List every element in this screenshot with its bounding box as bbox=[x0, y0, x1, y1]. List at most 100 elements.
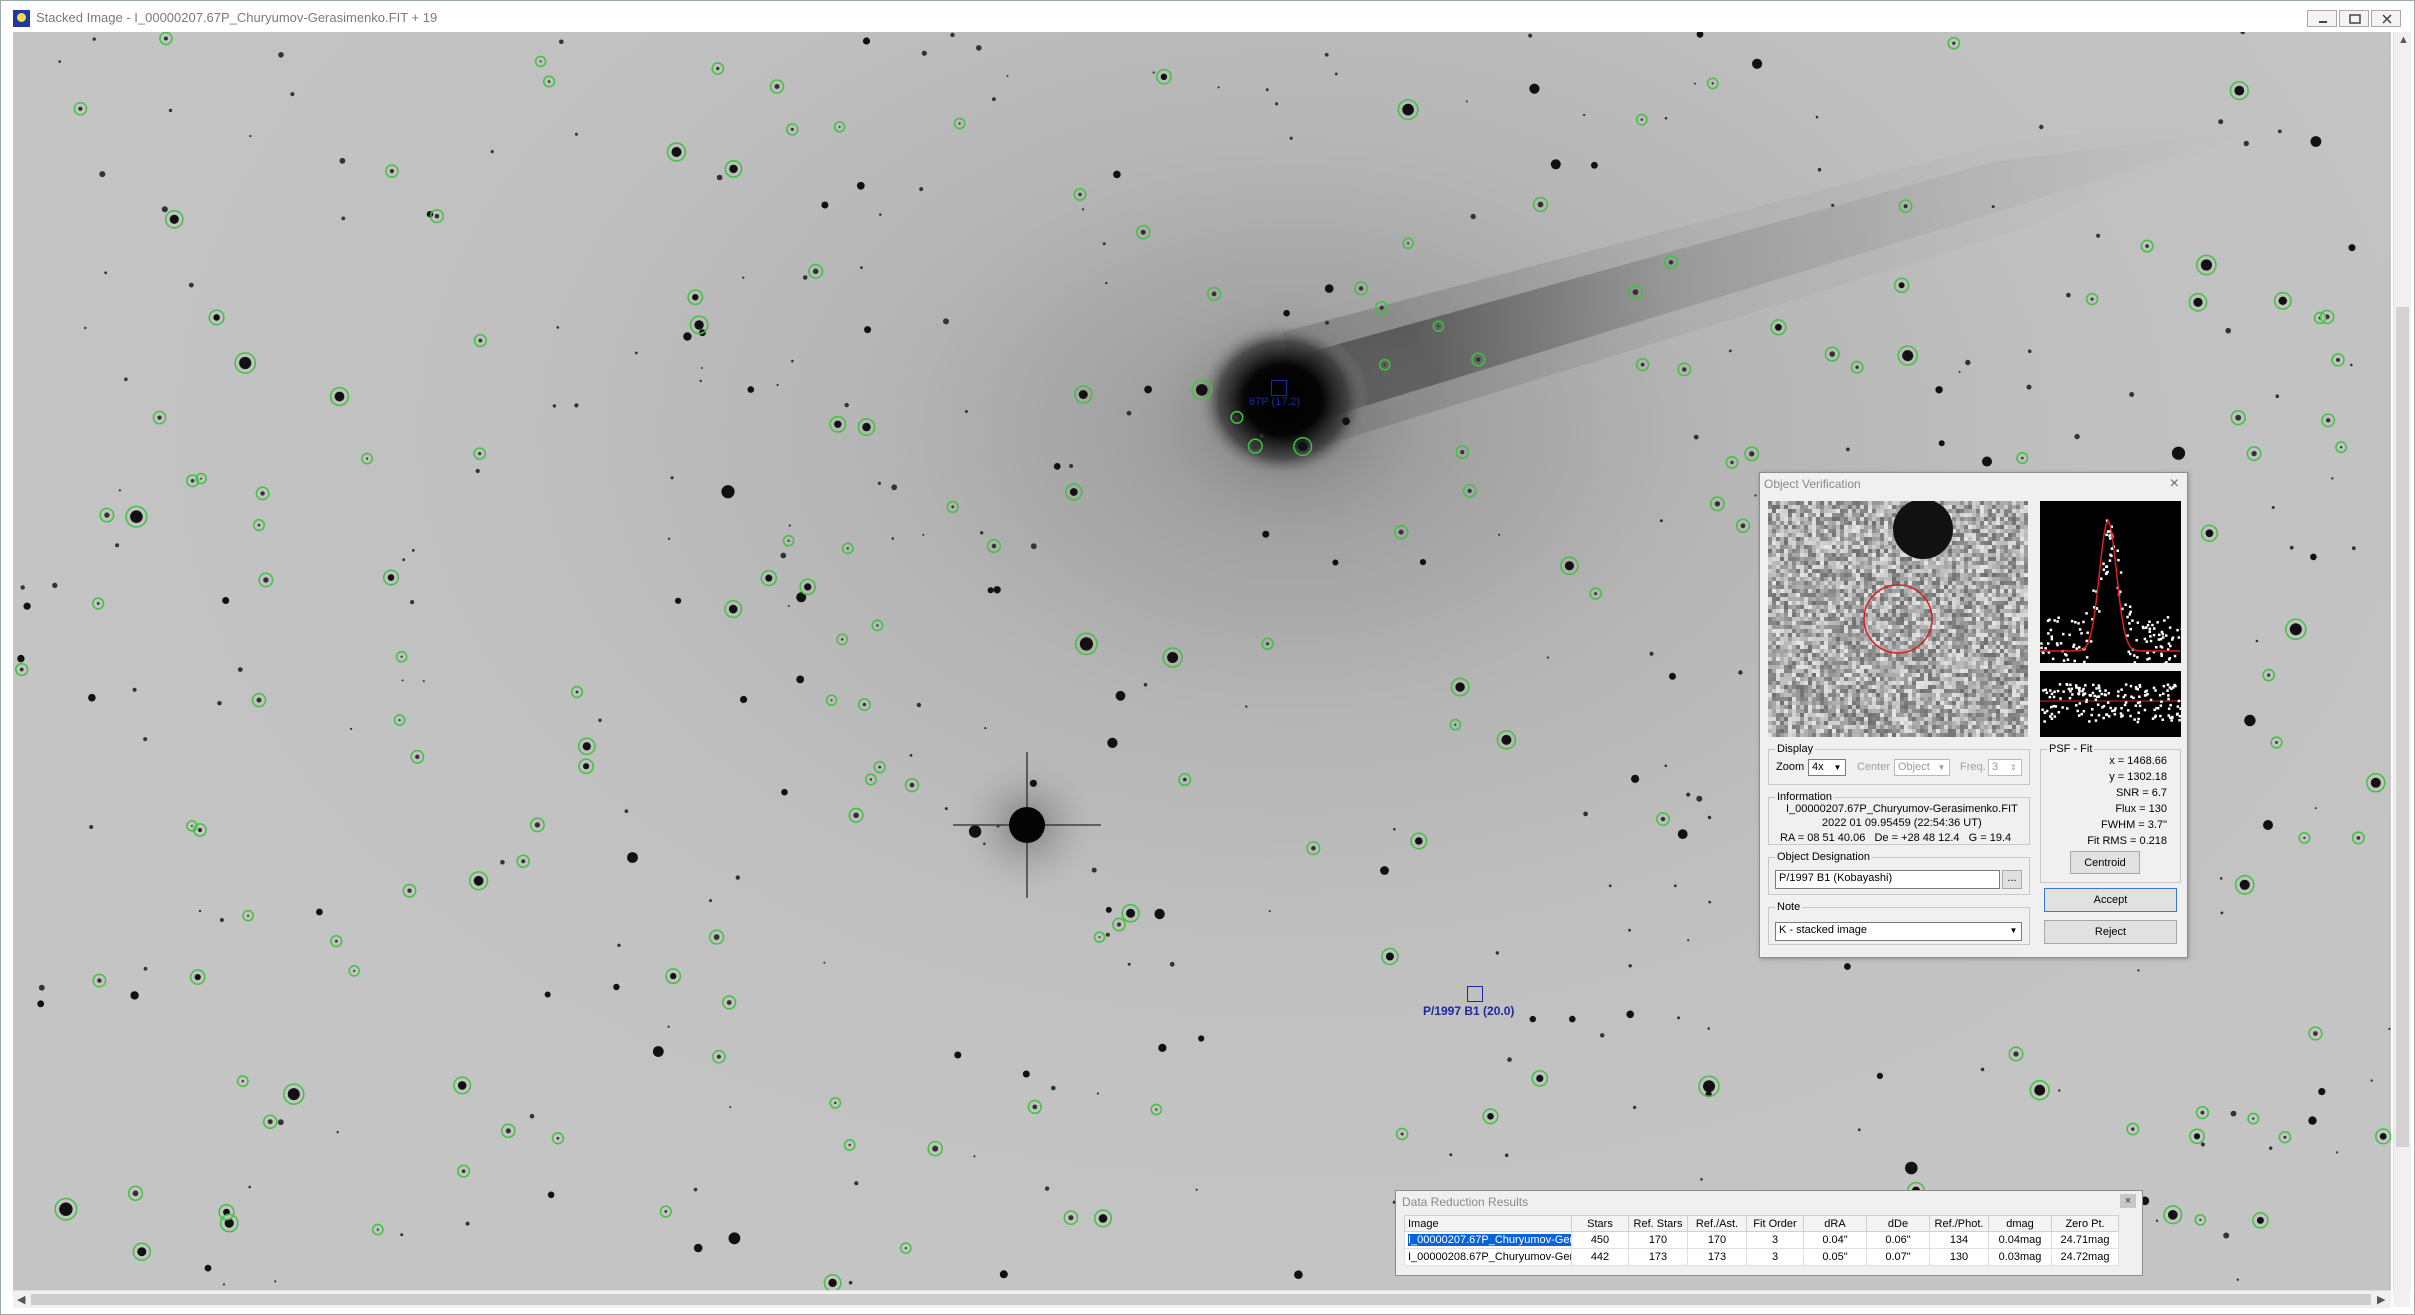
scroll-up-icon[interactable]: ▲ bbox=[2398, 34, 2409, 46]
star-dot bbox=[876, 624, 879, 627]
star-dot bbox=[1152, 71, 1155, 74]
star-dot bbox=[1730, 460, 1734, 465]
star-dot bbox=[1938, 440, 1945, 447]
star-dot bbox=[2137, 969, 2140, 972]
star-dot bbox=[1600, 1033, 1605, 1038]
col-image[interactable]: Image bbox=[1404, 1215, 1572, 1232]
star-dot bbox=[984, 727, 987, 730]
psf-y: y = 1302.18 bbox=[2109, 771, 2167, 783]
star-dot bbox=[1126, 908, 1136, 918]
table-row[interactable]: I_00000207.67P_Churyumov-Ger 450 170 170… bbox=[1404, 1231, 2119, 1249]
star-dot bbox=[1144, 385, 1152, 394]
star-dot bbox=[58, 60, 61, 63]
star-dot bbox=[1467, 488, 1472, 493]
star-dot bbox=[992, 97, 996, 102]
star-dot bbox=[1628, 964, 1632, 968]
col-dmag[interactable]: dmag bbox=[1988, 1215, 2052, 1232]
star-dot bbox=[787, 605, 790, 607]
col-dra[interactable]: dRA bbox=[1803, 1215, 1867, 1232]
cell-dde: 0.06" bbox=[1866, 1231, 1930, 1249]
star-dot bbox=[699, 379, 702, 383]
star-dot bbox=[2308, 1116, 2317, 1125]
close-button[interactable] bbox=[2371, 10, 2401, 27]
col-ref-stars[interactable]: Ref. Stars bbox=[1628, 1215, 1688, 1232]
designation-browse-button[interactable]: ... bbox=[2002, 870, 2022, 889]
star-dot bbox=[2034, 1084, 2046, 1096]
star-dot bbox=[505, 1128, 511, 1134]
horizontal-scrollbar[interactable]: ◀ ▶ bbox=[13, 1290, 2391, 1308]
star-dot bbox=[457, 1081, 467, 1090]
star-dot bbox=[1487, 1113, 1494, 1120]
col-zero-pt[interactable]: Zero Pt. bbox=[2051, 1215, 2119, 1232]
star-dot bbox=[387, 574, 395, 581]
star-dot bbox=[1068, 1215, 1074, 1221]
vertical-scroll-thumb[interactable] bbox=[2396, 307, 2409, 1147]
star-dot bbox=[2310, 136, 2322, 147]
star-dot bbox=[856, 181, 865, 190]
star-dot bbox=[1876, 1072, 1883, 1079]
freq-spinner[interactable]: 3 ⇕ bbox=[1988, 759, 2022, 776]
star-dot bbox=[713, 934, 720, 940]
accept-button[interactable]: Accept bbox=[2044, 888, 2177, 912]
scroll-left-icon[interactable]: ◀ bbox=[17, 1293, 25, 1306]
star-dot bbox=[1217, 86, 1220, 89]
star-dot bbox=[862, 37, 871, 45]
star-dot bbox=[1958, 370, 1961, 373]
star-dot bbox=[1470, 213, 1476, 220]
star-dot bbox=[260, 491, 265, 496]
centroid-button[interactable]: Centroid bbox=[2070, 851, 2140, 874]
star-dot bbox=[1006, 75, 1009, 78]
cell-fit-order: 3 bbox=[1746, 1248, 1804, 1266]
star-dot bbox=[1659, 519, 1663, 523]
star-dot bbox=[398, 719, 401, 722]
star-dot bbox=[1032, 1104, 1038, 1110]
star-dot bbox=[1252, 443, 1259, 449]
star-dot bbox=[422, 680, 425, 683]
col-ref-phot[interactable]: Ref./Phot. bbox=[1929, 1215, 1989, 1232]
col-ref-ast[interactable]: Ref./Ast. bbox=[1687, 1215, 1747, 1232]
col-fit-order[interactable]: Fit Order bbox=[1746, 1215, 1804, 1232]
star-dot bbox=[1113, 170, 1121, 179]
cell-dde: 0.07" bbox=[1866, 1248, 1930, 1266]
star-dot bbox=[1105, 932, 1110, 937]
star-dot bbox=[1528, 33, 1533, 38]
minimize-button[interactable] bbox=[2307, 10, 2337, 27]
title-bar[interactable]: Stacked Image - I_00000207.67P_Churyumov… bbox=[1, 1, 2414, 32]
star-dot bbox=[735, 875, 740, 880]
col-stars[interactable]: Stars bbox=[1571, 1215, 1629, 1232]
star-dot bbox=[976, 45, 982, 51]
star-dot bbox=[2200, 1142, 2205, 1147]
star-dot bbox=[194, 974, 201, 981]
results-close-icon[interactable]: × bbox=[2120, 1194, 2136, 1208]
star-dot bbox=[877, 481, 882, 485]
star-dot bbox=[844, 402, 849, 408]
star-dot bbox=[37, 1000, 45, 1008]
table-row[interactable]: I_00000208.67P_Churyumov-Ger 442 173 173… bbox=[1404, 1248, 2119, 1266]
reject-button[interactable]: Reject bbox=[2044, 920, 2177, 944]
star-dot bbox=[89, 825, 94, 829]
star-dot bbox=[248, 1185, 251, 1189]
star-dot bbox=[716, 1054, 722, 1059]
star-dot bbox=[617, 943, 621, 947]
col-dde[interactable]: dDe bbox=[1866, 1215, 1930, 1232]
star-dot bbox=[909, 782, 915, 788]
star-dot bbox=[904, 1247, 907, 1250]
star-dot bbox=[559, 39, 564, 45]
designation-input[interactable]: P/1997 B1 (Kobayashi) bbox=[1775, 870, 2000, 889]
star-dot bbox=[1275, 102, 1279, 106]
center-select[interactable]: Object ▼ bbox=[1894, 759, 1950, 776]
horizontal-scroll-thumb[interactable] bbox=[31, 1294, 2371, 1305]
star-dot bbox=[1051, 1085, 1056, 1091]
note-select[interactable]: K - stacked image ▼ bbox=[1775, 922, 2022, 941]
star-dot bbox=[869, 778, 873, 781]
star-dot bbox=[1687, 939, 1690, 942]
star-dot bbox=[1504, 1153, 1509, 1158]
star-dot bbox=[263, 577, 269, 583]
maximize-button[interactable] bbox=[2339, 10, 2369, 27]
star-dot bbox=[249, 135, 252, 138]
scroll-right-icon[interactable]: ▶ bbox=[2377, 1293, 2385, 1306]
star-dot bbox=[478, 452, 482, 456]
vertical-scrollbar[interactable]: ▲ bbox=[2393, 32, 2411, 1290]
star-dot bbox=[1935, 386, 1943, 394]
zoom-select[interactable]: 4x ▼ bbox=[1808, 759, 1846, 776]
